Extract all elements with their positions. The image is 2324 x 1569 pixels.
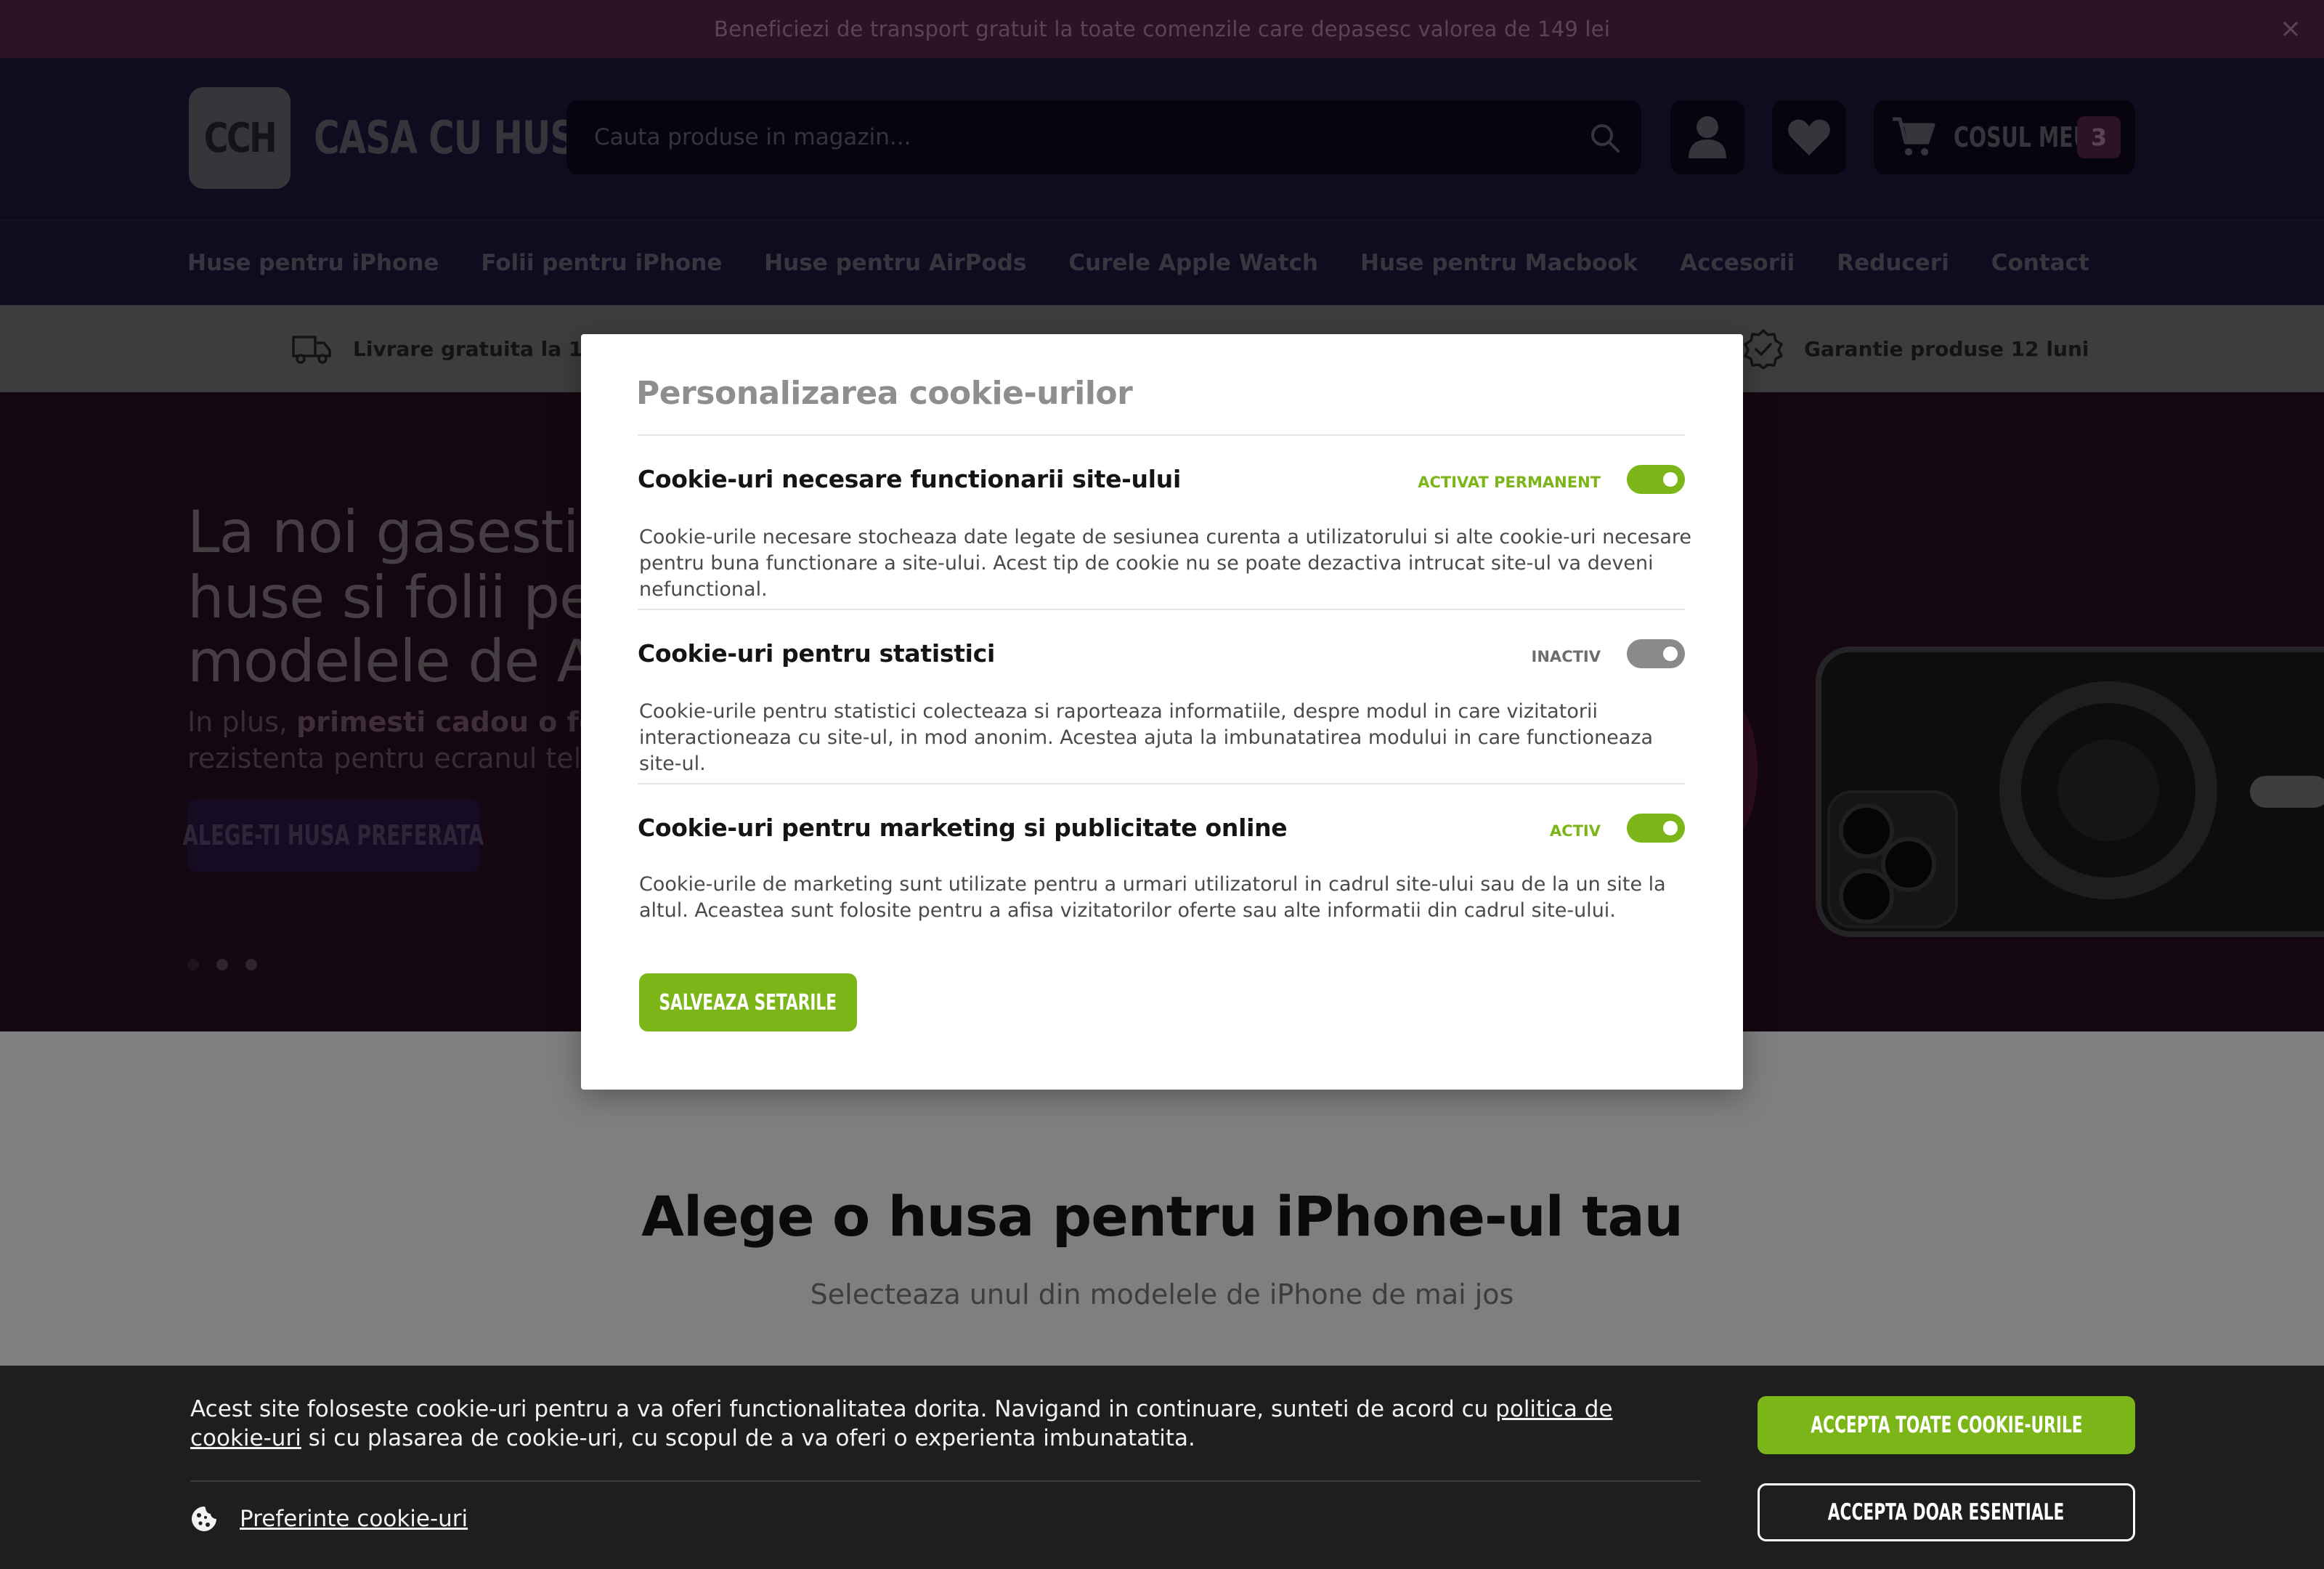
modal-title: Personalizarea cookie-urilor (636, 375, 1133, 412)
cookie-notice-text: Acest site foloseste cookie-uri pentru a… (190, 1396, 1613, 1451)
toggle-statistics-cookies[interactable] (1627, 639, 1685, 668)
cookie-status-label: ACTIVAT PERMANENT (1418, 474, 1601, 491)
cookie-category-description: Cookie-urile pentru statistici colecteaz… (639, 700, 1654, 775)
divider (638, 609, 1685, 610)
accept-essential-cookies-button[interactable]: ACCEPTA DOAR ESENTIALE (1758, 1483, 2135, 1541)
cookie-preferences-link[interactable]: Preferinte cookie-uri (190, 1505, 468, 1533)
accept-all-cookies-button[interactable]: ACCEPTA TOATE COOKIE-URILE (1758, 1396, 2135, 1454)
divider (638, 434, 1685, 436)
cookie-status-label: ACTIV (1549, 822, 1601, 840)
cookie-category-title: Cookie-uri pentru statistici (638, 639, 995, 668)
cookie-category-title: Cookie-uri pentru marketing si publicita… (638, 814, 1288, 842)
toggle-necessary-cookies[interactable] (1627, 465, 1685, 494)
save-settings-button[interactable]: SALVEAZA SETARILE (639, 973, 857, 1031)
cookie-consent-bar: Acest site foloseste cookie-uri pentru a… (0, 1366, 2324, 1569)
cookie-category-description: Cookie-urile de marketing sunt utilizate… (639, 873, 1666, 922)
cookie-category-description: Cookie-urile necesare stocheaza date leg… (639, 526, 1691, 601)
toggle-marketing-cookies[interactable] (1627, 814, 1685, 843)
cookie-category-title: Cookie-uri necesare functionarii site-ul… (638, 465, 1181, 493)
cookie-preferences-label: Preferinte cookie-uri (240, 1506, 468, 1532)
cookie-icon (192, 1507, 216, 1531)
divider (190, 1480, 1701, 1482)
cookie-settings-modal: Personalizarea cookie-urilor Cookie-uri … (581, 334, 1743, 1090)
cookie-status-label: INACTIV (1531, 648, 1601, 665)
divider (638, 783, 1685, 784)
